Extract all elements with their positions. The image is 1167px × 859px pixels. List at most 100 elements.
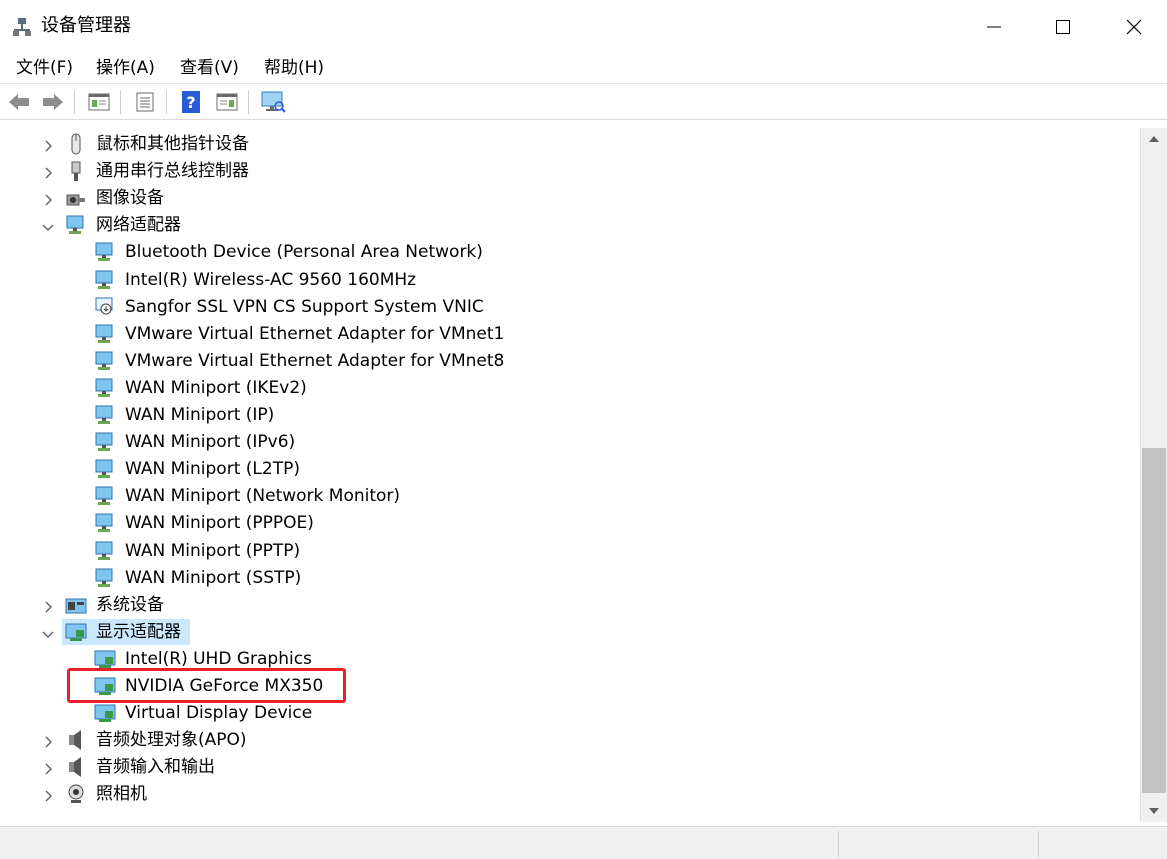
svg-text:?: ?: [186, 93, 195, 112]
tree-device-label: WAN Miniport (SSTP): [125, 568, 302, 588]
maximize-button[interactable]: [1048, 12, 1078, 42]
chevron-right-icon[interactable]: [41, 599, 55, 613]
toolbar-separator: [120, 90, 121, 114]
vpn-icon: [94, 296, 116, 318]
tree-category[interactable]: 显示适配器: [2, 619, 1140, 646]
chevron-right-icon[interactable]: [41, 761, 55, 775]
tree-category[interactable]: 鼠标和其他指针设备: [2, 131, 1140, 158]
network-icon: [65, 214, 87, 236]
chevron-right-icon[interactable]: [41, 165, 55, 179]
monitor-icon[interactable]: [260, 90, 286, 114]
help-icon[interactable]: ?: [178, 90, 204, 114]
tree-device-label: Intel(R) Wireless-AC 9560 160MHz: [125, 270, 417, 290]
device-manager-icon: [12, 17, 32, 37]
tree-device-label: WAN Miniport (IKEv2): [125, 378, 307, 398]
tree-device[interactable]: VMware Virtual Ethernet Adapter for VMne…: [2, 321, 1140, 348]
speaker-icon: [65, 729, 87, 751]
scroll-up-icon[interactable]: [1141, 128, 1167, 150]
title-bar: 设备管理器: [0, 0, 1167, 52]
network-icon: [94, 540, 116, 562]
chevron-right-icon[interactable]: [41, 138, 55, 152]
tree-device-label: WAN Miniport (L2TP): [125, 459, 300, 479]
tree-device[interactable]: WAN Miniport (PPPOE): [2, 510, 1140, 537]
camera-icon: [65, 187, 87, 209]
tree-category-label: 鼠标和其他指针设备: [96, 134, 249, 154]
tree-device-label: VMware Virtual Ethernet Adapter for VMne…: [125, 324, 505, 344]
network-icon: [94, 350, 116, 372]
tree-category[interactable]: 图像设备: [2, 185, 1140, 212]
tree-category[interactable]: 照相机: [2, 781, 1140, 808]
tree-device[interactable]: WAN Miniport (L2TP): [2, 456, 1140, 483]
usb-icon: [65, 160, 87, 182]
toolbar: ?: [0, 84, 1167, 120]
tree-device[interactable]: WAN Miniport (PPTP): [2, 538, 1140, 565]
tree-device[interactable]: WAN Miniport (IKEv2): [2, 375, 1140, 402]
tree-device-label: Sangfor SSL VPN CS Support System VNIC: [125, 297, 484, 317]
forward-icon[interactable]: [40, 90, 66, 114]
system-icon: [65, 594, 87, 616]
chevron-right-icon[interactable]: [41, 192, 55, 206]
tree-device[interactable]: Intel(R) Wireless-AC 9560 160MHz: [2, 267, 1140, 294]
tree-category-label: 音频输入和输出: [96, 757, 215, 777]
tree-category-label: 通用串行总线控制器: [96, 161, 249, 181]
scroll-thumb[interactable]: [1142, 448, 1166, 793]
vertical-scrollbar[interactable]: [1140, 128, 1167, 822]
display-icon: [94, 648, 116, 670]
toolbar-separator: [74, 90, 75, 114]
chevron-right-icon[interactable]: [41, 788, 55, 802]
tree-device[interactable]: Bluetooth Device (Personal Area Network): [2, 239, 1140, 266]
tree-category-label: 音频处理对象(APO): [96, 730, 247, 750]
scroll-down-icon[interactable]: [1141, 800, 1167, 822]
status-bar: [0, 826, 1167, 859]
minimize-button[interactable]: [979, 12, 1009, 42]
tree-device[interactable]: WAN Miniport (SSTP): [2, 565, 1140, 592]
tree-category[interactable]: 音频处理对象(APO): [2, 727, 1140, 754]
toolbar-separator: [166, 90, 167, 114]
menu-help[interactable]: 帮助(H): [262, 56, 326, 80]
tree-device-label: WAN Miniport (Network Monitor): [125, 486, 401, 506]
properties-icon[interactable]: [86, 90, 112, 114]
device-tree: 鼠标和其他指针设备 通用串行总线控制器 图像设备网络适配器 Bluetooth Dev…: [2, 128, 1140, 822]
list-icon[interactable]: [132, 90, 158, 114]
network-icon: [94, 512, 116, 534]
tree-device-label: WAN Miniport (PPTP): [125, 541, 301, 561]
tree-device[interactable]: Virtual Display Device: [2, 700, 1140, 727]
chevron-right-icon[interactable]: [41, 734, 55, 748]
tree-device[interactable]: WAN Miniport (IP): [2, 402, 1140, 429]
menu-action[interactable]: 操作(A): [94, 56, 157, 80]
chevron-down-icon[interactable]: [41, 626, 55, 640]
tree-category[interactable]: 音频输入和输出: [2, 754, 1140, 781]
tree-device[interactable]: WAN Miniport (IPv6): [2, 429, 1140, 456]
display-icon: [65, 621, 87, 643]
tree-category-label: 网络适配器: [96, 215, 181, 235]
tree-category-label: 系统设备: [96, 595, 164, 615]
tree-device-label: Virtual Display Device: [125, 703, 313, 723]
tree-category[interactable]: 系统设备: [2, 592, 1140, 619]
tree-device[interactable]: WAN Miniport (Network Monitor): [2, 483, 1140, 510]
network-icon: [94, 404, 116, 426]
close-button[interactable]: [1119, 12, 1149, 42]
tree-device-label: Intel(R) UHD Graphics: [125, 649, 312, 669]
network-icon: [94, 323, 116, 345]
webcam-icon: [65, 783, 87, 805]
tree-category[interactable]: 网络适配器: [2, 212, 1140, 239]
network-icon: [94, 567, 116, 589]
network-icon: [94, 377, 116, 399]
tree-category[interactable]: 通用串行总线控制器: [2, 158, 1140, 185]
view-icon[interactable]: [214, 90, 240, 114]
menu-file[interactable]: 文件(F): [14, 56, 75, 80]
tree-device-label: WAN Miniport (PPPOE): [125, 513, 314, 533]
chevron-down-icon[interactable]: [41, 219, 55, 233]
menu-view[interactable]: 查看(V): [178, 56, 241, 80]
tree-category-label: 照相机: [96, 784, 147, 804]
back-icon[interactable]: [6, 90, 32, 114]
tree-device-label: WAN Miniport (IP): [125, 405, 275, 425]
tree-device-label: VMware Virtual Ethernet Adapter for VMne…: [125, 351, 505, 371]
annotation-highlight-box: [67, 668, 346, 703]
network-icon: [94, 269, 116, 291]
tree-device[interactable]: VMware Virtual Ethernet Adapter for VMne…: [2, 348, 1140, 375]
network-icon: [94, 431, 116, 453]
tree-category-label: 图像设备: [96, 188, 164, 208]
network-icon: [94, 485, 116, 507]
tree-device[interactable]: Sangfor SSL VPN CS Support System VNIC: [2, 294, 1140, 321]
